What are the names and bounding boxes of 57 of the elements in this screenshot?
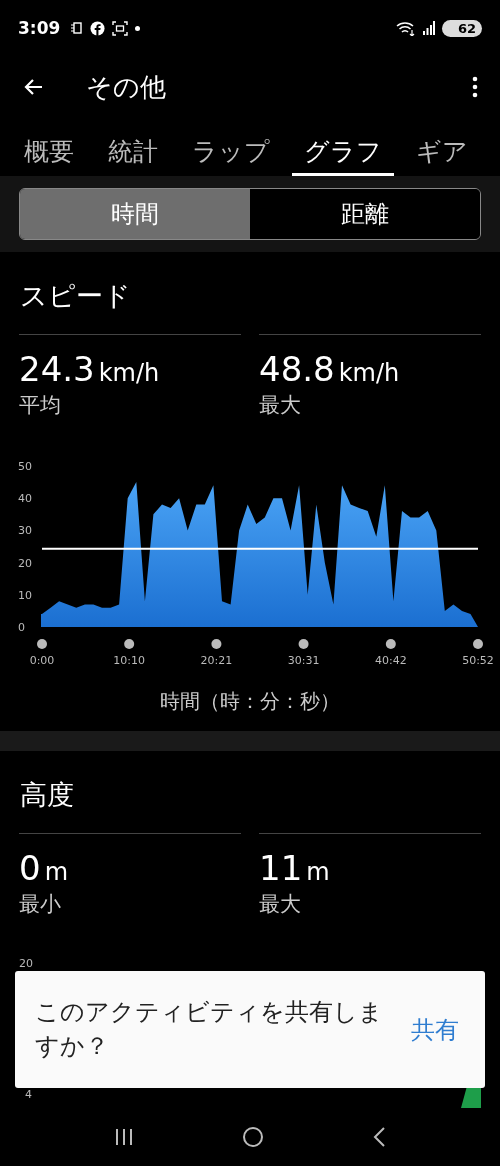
stat-label: 平均	[19, 392, 62, 419]
signal-icon	[422, 21, 435, 35]
tab[interactable]: ギア	[404, 118, 480, 176]
axis-label: 20	[18, 556, 32, 570]
stat-unit: km/h	[338, 359, 400, 387]
screenshot-icon	[112, 20, 129, 36]
stat-unit: m	[44, 858, 69, 886]
tab[interactable]: ラップ	[180, 118, 282, 176]
axis-label: 30:31	[287, 654, 320, 667]
axis-label: 50	[18, 460, 32, 473]
stat-value: 0	[19, 848, 41, 888]
tab[interactable]: 統計	[96, 118, 170, 176]
axis-label: 40:42	[375, 654, 407, 667]
tick-dot	[473, 639, 483, 649]
facebook-icon	[90, 20, 106, 36]
dot-icon	[135, 25, 141, 31]
axis-label: 50:52	[462, 654, 494, 667]
status-time: 3:09	[18, 18, 61, 38]
section-title: スピード	[19, 279, 132, 313]
axis-label: 4	[25, 1088, 32, 1101]
share-button[interactable]: 共有	[405, 1012, 465, 1047]
section-title: 高度	[19, 778, 75, 812]
stat-unit: km/h	[98, 359, 160, 387]
stat-label: 最大	[259, 891, 302, 918]
axis-label: 20:21	[200, 654, 233, 667]
tick-dot	[385, 639, 396, 649]
more-options-icon[interactable]	[472, 76, 478, 98]
axis-label: 0:00	[29, 654, 55, 667]
home-icon[interactable]	[242, 1126, 264, 1148]
stat-label: 最小	[19, 891, 62, 918]
tab[interactable]: 概要	[12, 118, 86, 176]
tick-dot	[124, 639, 135, 649]
stat-value: 48.8	[259, 349, 335, 389]
segment-button[interactable]: 時間	[20, 189, 250, 239]
segment-button[interactable]: 距離	[250, 189, 480, 239]
axis-label: 20	[19, 957, 33, 970]
stat-unit: m	[306, 858, 330, 886]
tick-dot	[37, 639, 47, 649]
tick-dot	[298, 639, 309, 649]
stat-value: 24.3	[19, 349, 95, 389]
stat-value: 11	[259, 848, 303, 888]
page-title: その他	[86, 70, 166, 104]
axis-label: 0	[18, 621, 25, 634]
wifi-icon	[395, 20, 416, 36]
recent-apps-icon[interactable]	[114, 1129, 133, 1145]
axis-label: 10:10	[113, 654, 145, 667]
tick-dot	[211, 639, 222, 649]
stat-label: 最大	[259, 392, 302, 419]
battery-indicator: 62	[441, 19, 482, 37]
notification-icon	[71, 22, 84, 34]
axis-label: 10	[18, 588, 32, 602]
axis-label: 30	[18, 524, 32, 538]
axis-title: 時間（時：分：秒）	[159, 688, 341, 715]
prompt-message: このアクティビティを共有しますか？	[35, 996, 384, 1062]
axis-label: 40	[18, 492, 32, 506]
back-icon[interactable]	[373, 1127, 386, 1147]
altitude-area	[461, 1086, 481, 1108]
